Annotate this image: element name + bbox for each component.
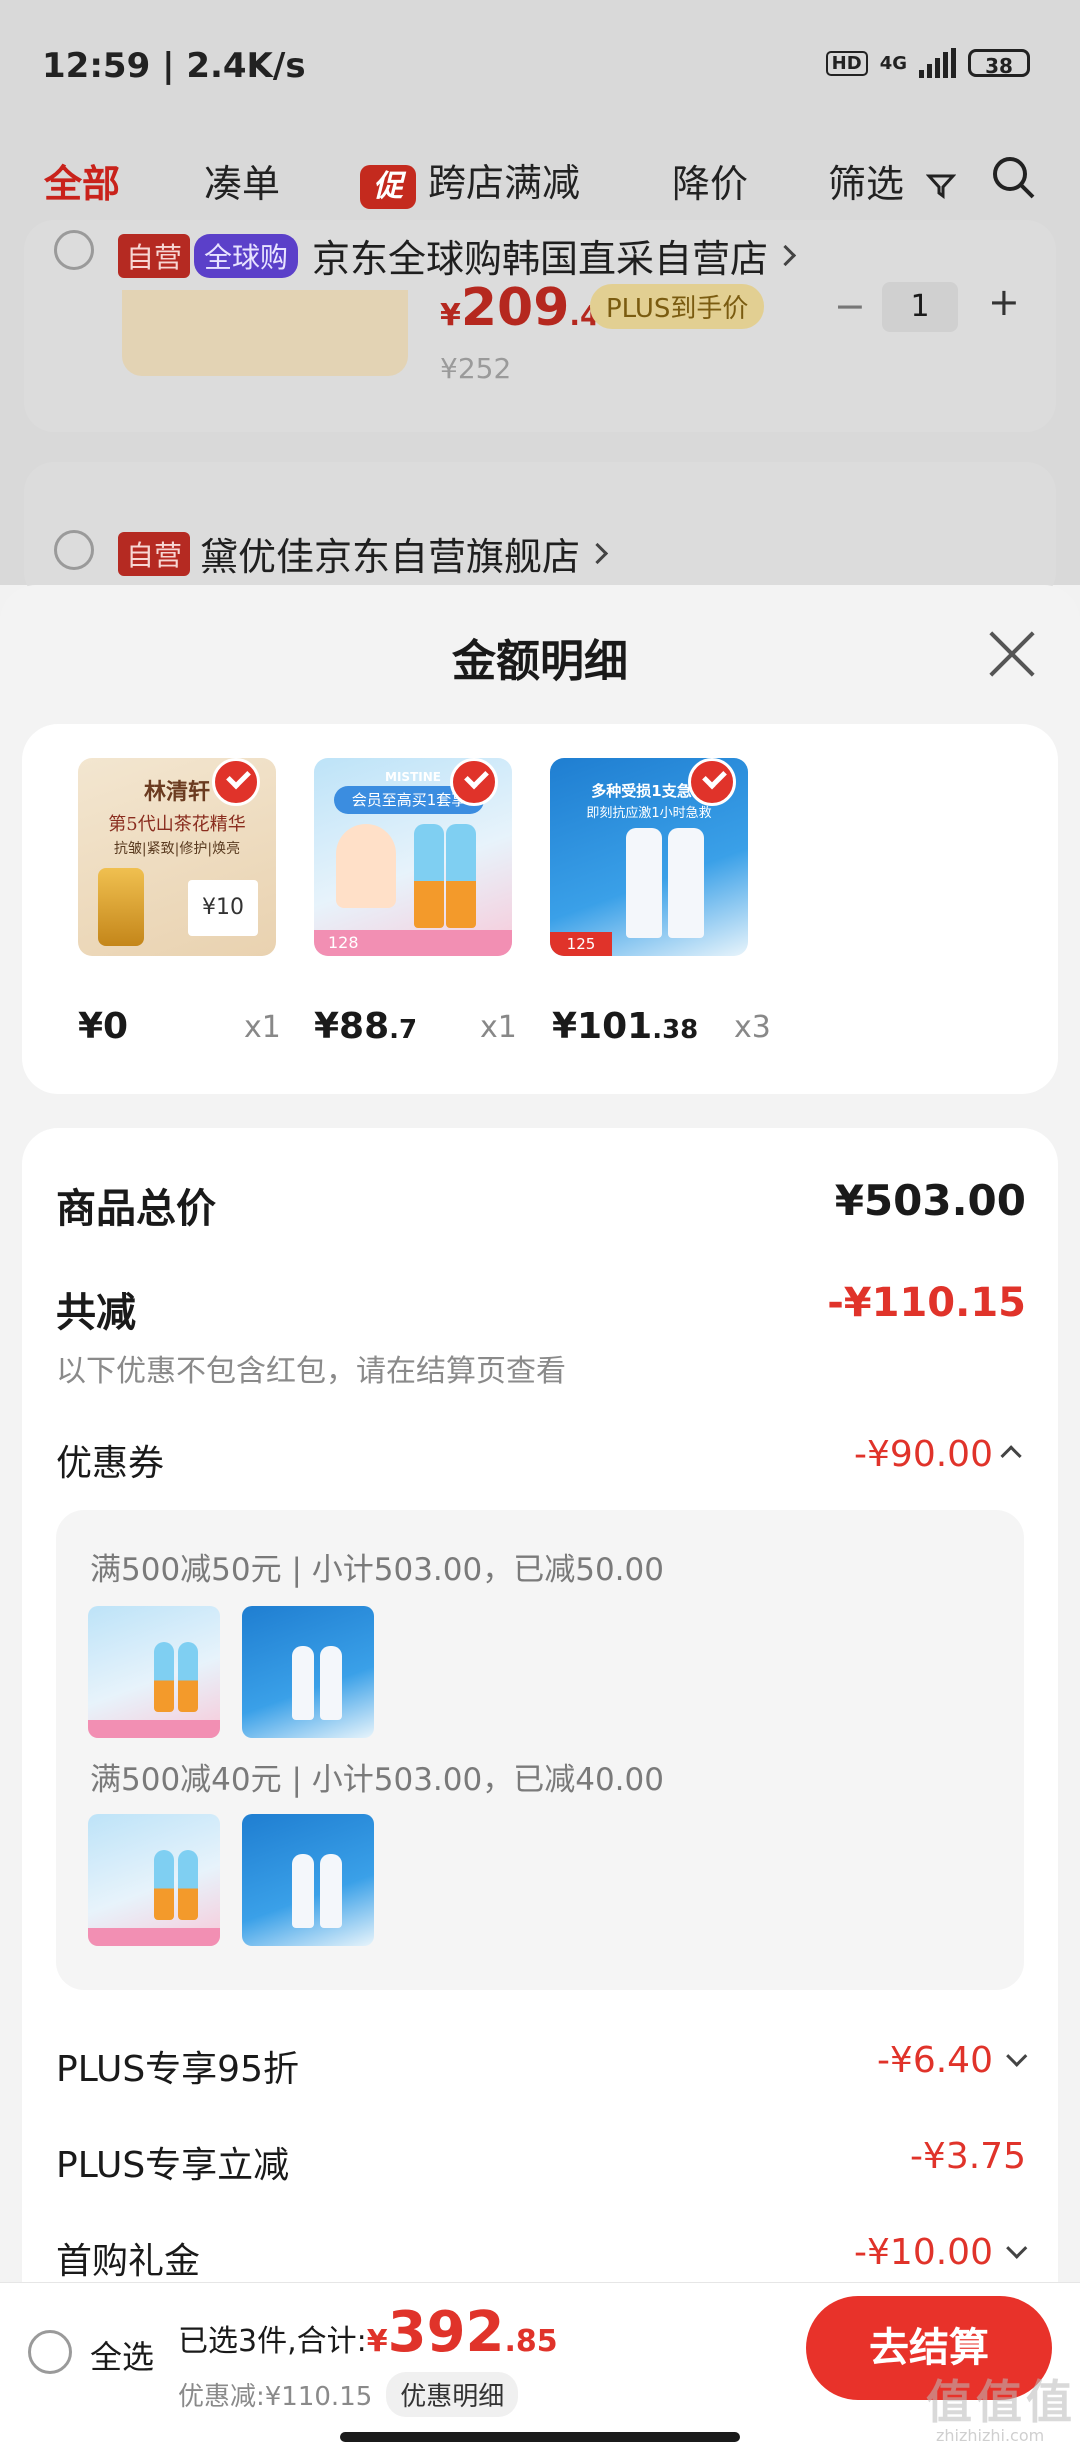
- product-thumbnail[interactable]: [122, 290, 408, 376]
- total-reduce-label: 共减: [56, 1290, 136, 1336]
- plus95-label: PLUS专享95折: [56, 2049, 299, 2090]
- selected-check-icon: [450, 758, 498, 806]
- watermark-logo: 值 值 值: [926, 2375, 1072, 2429]
- plus95-toggle[interactable]: -¥6.40: [876, 2040, 1028, 2081]
- item-qty: x1: [480, 1010, 517, 1045]
- coupon-toggle[interactable]: -¥90.00: [854, 1434, 1022, 1475]
- plus-reduce-label: PLUS专享立减: [56, 2145, 290, 2186]
- product-price: ¥209.4: [440, 278, 600, 338]
- item-qty: x1: [244, 1010, 281, 1045]
- selected-check-icon: [688, 758, 736, 806]
- cart-filter-tabs: 全部 凑单 促跨店满减 降价 筛选: [0, 140, 1080, 220]
- status-icons: HD 4G 38: [825, 48, 1030, 78]
- tab-cross-store[interactable]: 促跨店满减: [360, 152, 580, 209]
- total-reduce-value: -¥110.15: [827, 1280, 1026, 1326]
- tab-bundle[interactable]: 凑单: [204, 153, 280, 208]
- status-time: 12:59 | 2.4K/s: [42, 46, 306, 86]
- item-price: ¥101.38: [552, 1006, 699, 1047]
- shop-card-daiyoujia: 自营 黛优佳京东自营旗舰店: [24, 462, 1056, 602]
- discount-text: 优惠减:¥110.15: [178, 2382, 373, 2412]
- watermark-url: zhizhizhi.com: [936, 2426, 1045, 2445]
- selected-items-panel: 林清轩 第5代山茶花精华 抗皱|紧致|修护|焕亮 ¥10 ¥0 x1 MISTI…: [22, 724, 1058, 1094]
- tab-filter[interactable]: 筛选: [828, 153, 957, 208]
- coupon-label: 优惠券: [56, 1443, 165, 1484]
- coupon-product-thumb: [88, 1606, 220, 1738]
- network-label: 4G: [879, 52, 907, 74]
- signal-icon: [919, 48, 956, 78]
- coupon-line-2: 满500减40元 | 小计503.00，已减40.00: [90, 1762, 664, 1798]
- reduce-note: 以下优惠不包含红包，请在结算页查看: [56, 1354, 566, 1389]
- self-operated-tag: 自营: [118, 531, 191, 576]
- tab-all[interactable]: 全部: [44, 153, 120, 208]
- select-all-checkbox[interactable]: [28, 2330, 72, 2374]
- discount-summary: 优惠减:¥110.15 优惠明细: [178, 2372, 519, 2417]
- sheet-title: 金额明细: [452, 636, 628, 687]
- chevron-right-icon: [774, 244, 797, 267]
- total-amount-decimal: .85: [504, 2324, 558, 2359]
- shop-select-checkbox[interactable]: [54, 230, 94, 270]
- selected-check-icon: [212, 758, 260, 806]
- qty-plus-button[interactable]: +: [988, 280, 1020, 324]
- coupon-value: -¥90.00: [854, 1434, 993, 1475]
- original-price: ¥252: [440, 352, 512, 385]
- first-buy-value: -¥10.00: [854, 2232, 993, 2273]
- currency-symbol: ¥: [366, 2324, 388, 2359]
- total-price-value: ¥503.00: [834, 1176, 1026, 1225]
- coupon-detail-box: 满500减50元 | 小计503.00，已减50.00 满500减40元 | 小…: [56, 1510, 1024, 1990]
- select-all-label[interactable]: 全选: [90, 2332, 154, 2378]
- selected-summary: 已选3件,合计: ¥ 392 .85: [178, 2300, 558, 2365]
- search-icon[interactable]: [990, 154, 1038, 202]
- item-price: ¥0: [78, 1006, 129, 1047]
- shop-select-checkbox[interactable]: [54, 530, 94, 570]
- coupon-line-1: 满500减50元 | 小计503.00，已减50.00: [90, 1552, 664, 1588]
- promo-badge-icon: 促: [360, 164, 416, 209]
- shop-name[interactable]: 黛优佳京东自营旗舰店: [200, 526, 580, 581]
- battery-icon: 38: [968, 49, 1030, 78]
- coupon-product-thumb: [242, 1814, 374, 1946]
- discount-detail-button[interactable]: 优惠明细: [386, 2372, 519, 2417]
- global-buy-tag: 全球购: [194, 233, 299, 278]
- hd-icon: HD: [825, 50, 868, 76]
- close-icon[interactable]: [986, 628, 1038, 680]
- coupon-product-thumb: [242, 1606, 374, 1738]
- item-qty: x3: [734, 1010, 771, 1045]
- chevron-right-icon: [586, 542, 609, 565]
- shop-card-korea: 自营 全球购 京东全球购韩国直采自营店 ¥209.4 PLUS到手价 ¥252 …: [24, 220, 1056, 432]
- tab-cross-store-label: 跨店满减: [428, 160, 581, 205]
- total-price-label: 商品总价: [56, 1186, 216, 1232]
- chevron-up-icon: [1000, 1445, 1022, 1467]
- tab-price-drop[interactable]: 降价: [672, 153, 748, 208]
- shop-name[interactable]: 京东全球购韩国直采自营店: [312, 228, 768, 283]
- plus-price-badge: PLUS到手价: [590, 284, 765, 329]
- item-price: ¥88.7: [314, 1006, 418, 1047]
- coupon-product-thumb: [88, 1814, 220, 1946]
- plus-reduce-value: -¥3.75: [909, 2136, 1026, 2177]
- first-buy-toggle[interactable]: -¥10.00: [854, 2232, 1028, 2273]
- qty-minus-button[interactable]: −: [834, 284, 866, 328]
- self-operated-tag: 自营: [118, 233, 191, 278]
- selected-count-text: 已选3件,合计:: [178, 2324, 367, 2359]
- plus95-value: -¥6.40: [876, 2040, 993, 2081]
- first-buy-label: 首购礼金: [56, 2241, 201, 2282]
- status-bar: 12:59 | 2.4K/s HD 4G 38: [0, 0, 1080, 140]
- tab-filter-label: 筛选: [828, 161, 905, 206]
- qty-input[interactable]: 1: [882, 282, 958, 332]
- total-amount: 392: [387, 2300, 505, 2365]
- home-indicator[interactable]: [340, 2432, 740, 2442]
- filter-icon: [925, 174, 957, 199]
